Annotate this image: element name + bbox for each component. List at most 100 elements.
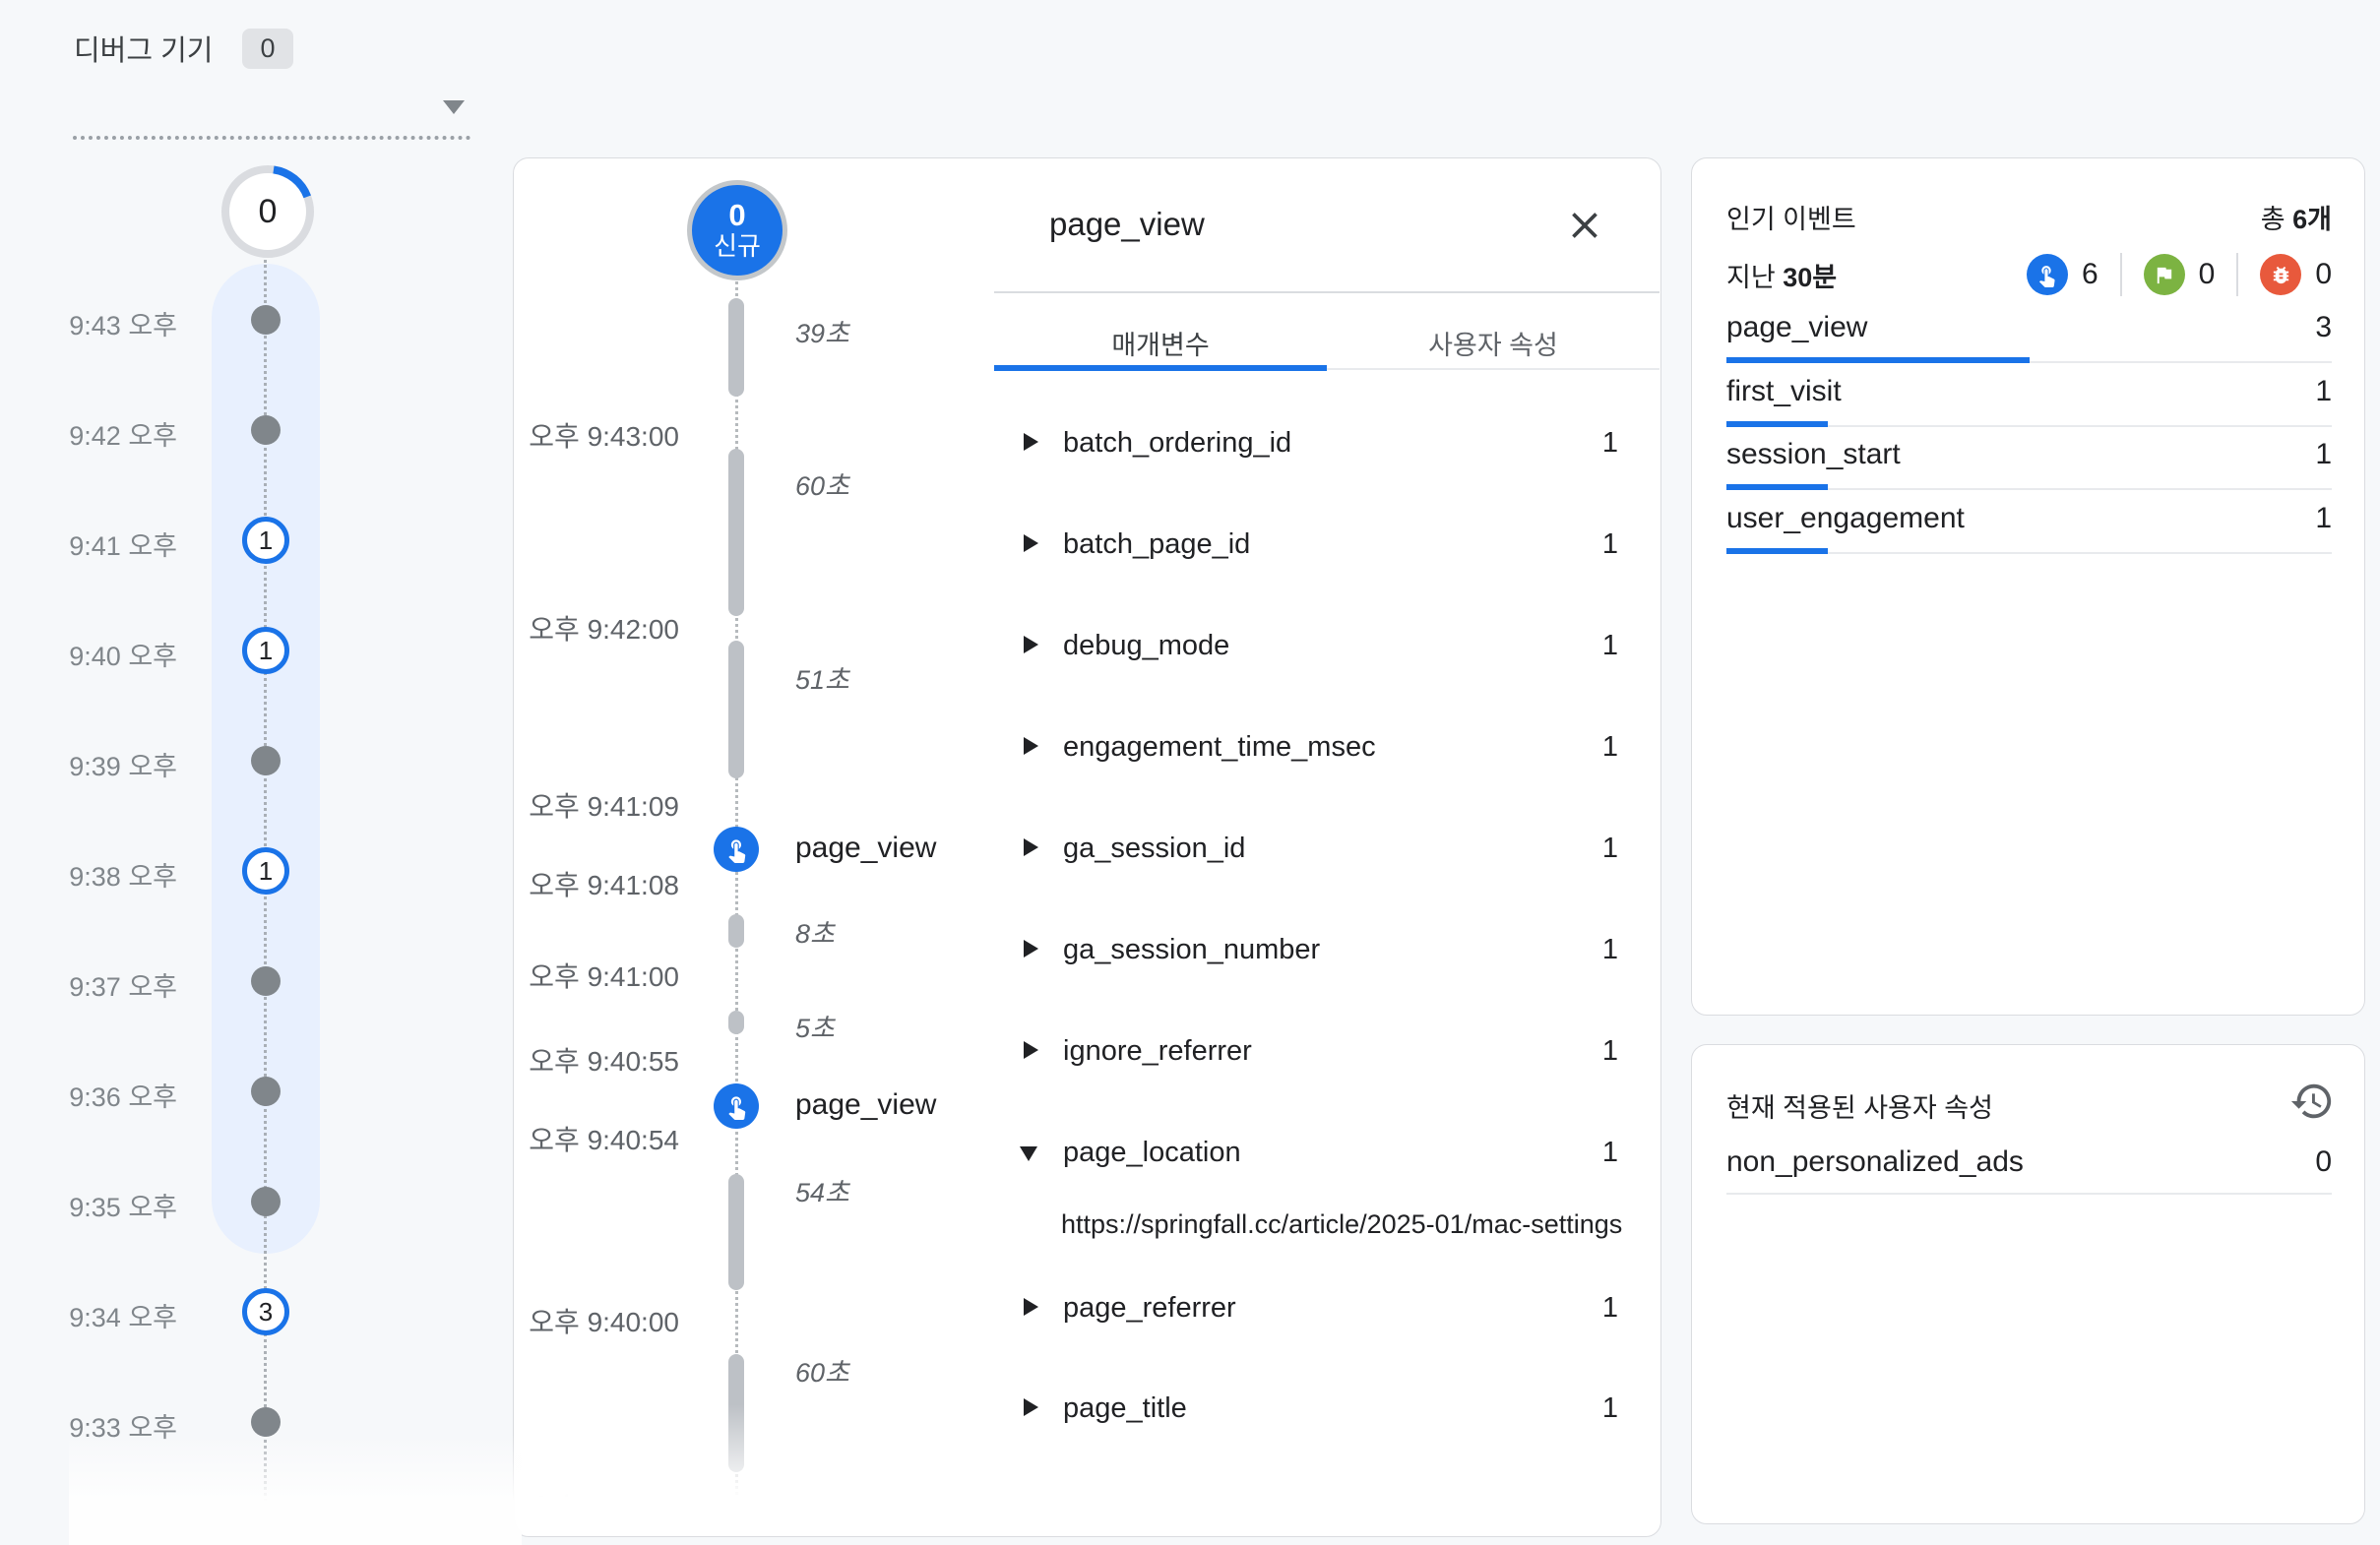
minute-row: 9:34 오후 3 [0, 1288, 325, 1335]
ring-count: 0 [219, 162, 317, 261]
user-property-value: 0 [2315, 1145, 2332, 1179]
top-events-total: 총 6개 [2261, 198, 2332, 236]
top-event-count: 1 [2315, 375, 2332, 408]
expand-arrow-icon [1024, 737, 1038, 755]
parameter-row-ga_session_number[interactable]: ga_session_number1 [994, 932, 1660, 971]
event-stream-card: 0 신규 오후 9:43:00 오후 9:42:00 오후 9:41:09 오후… [513, 157, 1661, 1537]
stream-time: 오후 9:40:54 [514, 1119, 679, 1158]
minute-dot-marker[interactable] [251, 746, 281, 775]
top-event-bar-track [1726, 548, 2332, 554]
parameter-value: 1 [1602, 731, 1618, 764]
parameter-name: ga_session_number [1063, 934, 1320, 966]
expand-arrow-icon [1024, 838, 1038, 856]
parameter-row-ignore_referrer[interactable]: ignore_referrer 1 [994, 1033, 1660, 1073]
new-events-badge[interactable]: 0 신규 [687, 180, 787, 280]
minute-dot-marker[interactable] [251, 966, 281, 996]
event-detail-title: page_view [1049, 206, 1205, 243]
stream-event-page-view[interactable]: page_view [795, 1088, 936, 1122]
parameter-row-debug_mode[interactable]: debug_mode1 [994, 628, 1660, 667]
parameter-row-batch_ordering_id[interactable]: batch_ordering_id1 [994, 425, 1660, 464]
top-events-period: 지난 30분 [1726, 256, 1837, 294]
top-event-bar-track [1726, 484, 2332, 490]
duration-label: 60초 [795, 464, 849, 503]
error-events-counter: 0 [2260, 254, 2332, 295]
duration-label: 54초 [795, 1171, 849, 1209]
device-selector-dropdown[interactable] [73, 69, 470, 140]
minute-dot-marker[interactable] [251, 305, 281, 335]
parameter-value: 1 [1602, 1035, 1618, 1068]
collapse-arrow-icon [1020, 1146, 1037, 1161]
minute-count-marker[interactable]: 3 [242, 1288, 289, 1335]
user-property-name: non_personalized_ads [1726, 1145, 2024, 1179]
minute-row: 9:39 오후 [0, 737, 325, 784]
stream-time: 오후 9:41:09 [514, 785, 679, 825]
minute-time-label: 9:34 오후 [39, 1296, 177, 1334]
duration-bar [728, 641, 744, 778]
parameter-row-engagement_time_msec[interactable]: engagement_time_msec 1 [994, 729, 1660, 769]
parameter-name: ignore_referrer [1063, 1035, 1252, 1068]
minute-count-marker[interactable]: 1 [242, 517, 289, 564]
new-events-label: 신규 [714, 231, 761, 261]
top-event-row-user_engagement[interactable]: user_engagement1 [1726, 502, 2332, 557]
top-events-title: 인기 이벤트 [1726, 198, 1856, 236]
parameter-row-page_location[interactable]: page_location1 [994, 1135, 1660, 1174]
minute-count-marker[interactable]: 1 [242, 627, 289, 674]
conversion-events-counter: 0 [2144, 254, 2216, 295]
device-minute-ring[interactable]: 0 [219, 162, 317, 261]
parameter-name: engagement_time_msec [1063, 731, 1376, 764]
row-divider [1726, 1193, 2332, 1195]
duration-label: 60초 [795, 1351, 849, 1390]
duration-label: 8초 [795, 912, 835, 951]
parameter-value: 1 [1602, 833, 1618, 865]
expand-arrow-icon [1024, 1041, 1038, 1059]
minute-count-marker[interactable]: 1 [242, 847, 289, 895]
minute-dot-marker[interactable] [251, 1077, 281, 1106]
minute-time-label: 9:42 오후 [39, 414, 177, 453]
error-events-count: 0 [2315, 258, 2332, 291]
minute-time-label: 9:39 오후 [39, 745, 177, 783]
expand-arrow-icon [1024, 433, 1038, 451]
minute-dot-marker[interactable] [251, 1187, 281, 1216]
counter-divider [2236, 253, 2238, 296]
user-properties-title: 현재 적용된 사용자 속성 [1726, 1079, 1993, 1125]
debug-device-label: 디버그 기기 [74, 28, 213, 69]
top-event-bar-fill [1726, 421, 1828, 427]
new-events-count: 0 [728, 200, 745, 231]
parameter-row-page_title[interactable]: page_title1 [994, 1390, 1660, 1430]
top-event-bar-fill [1726, 484, 1828, 490]
stream-event-page-view[interactable]: page_view [795, 832, 936, 865]
restore-icon[interactable] [2289, 1079, 2335, 1124]
minute-row: 9:42 오후 [0, 406, 325, 454]
minute-dot-marker[interactable] [251, 1407, 281, 1437]
parameter-name: debug_mode [1063, 630, 1229, 662]
parameter-row-ga_session_id[interactable]: ga_session_id1 [994, 831, 1660, 870]
top-event-row-first_visit[interactable]: first_visit1 [1726, 375, 2332, 430]
stream-time: 오후 9:42:00 [514, 608, 679, 648]
minute-time-label: 9:37 오후 [39, 965, 177, 1004]
expand-arrow-icon [1024, 534, 1038, 552]
duration-label: 39초 [795, 312, 849, 350]
parameter-value: 1 [1602, 1392, 1618, 1425]
tab-parameters[interactable]: 매개변수 [994, 324, 1327, 362]
top-event-bar-track [1726, 357, 2332, 363]
counter-divider [2120, 253, 2122, 296]
parameter-value: 1 [1602, 528, 1618, 561]
expand-arrow-icon [1024, 940, 1038, 958]
top-event-row-session_start[interactable]: session_start1 [1726, 438, 2332, 493]
top-event-row-page_view[interactable]: page_view3 [1726, 311, 2332, 366]
parameter-row-batch_page_id[interactable]: batch_page_id1 [994, 526, 1660, 566]
parameter-row-page_referrer[interactable]: page_referrer1 [994, 1290, 1660, 1329]
duration-bar [728, 914, 744, 948]
minute-dot-marker[interactable] [251, 415, 281, 445]
debug-device-count-badge: 0 [242, 29, 292, 69]
minute-row: 9:37 오후 [0, 958, 325, 1005]
minute-row: 9:36 오후 [0, 1068, 325, 1115]
parameter-expanded-value: https://springfall.cc/article/2025-01/ma… [1061, 1209, 1652, 1240]
parameter-value: 1 [1602, 427, 1618, 460]
tab-user-properties[interactable]: 사용자 속성 [1327, 324, 1660, 362]
close-icon[interactable] [1563, 204, 1606, 247]
timeline-bottom-fade [69, 1435, 522, 1545]
duration-bar [728, 449, 744, 616]
minute-row: 9:43 오후 [0, 296, 325, 343]
conversion-events-count: 0 [2199, 258, 2216, 291]
